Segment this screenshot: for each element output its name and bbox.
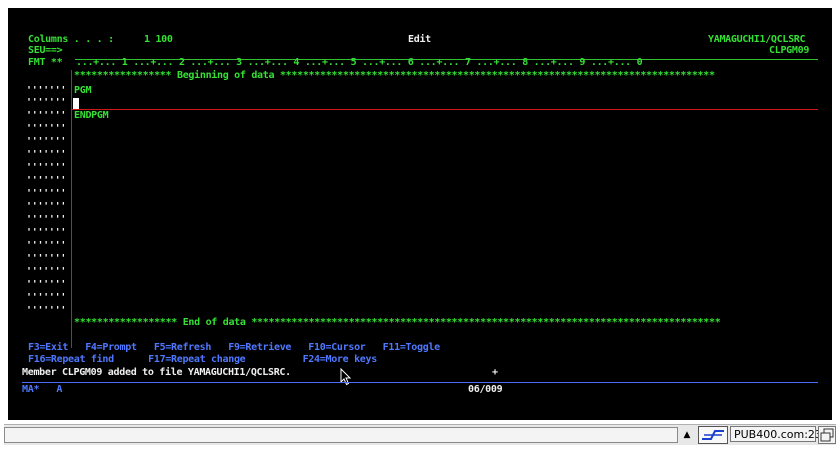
sequence-field[interactable]: '''''''	[26, 188, 66, 200]
oia-status: MA* A	[22, 384, 63, 395]
sequence-field[interactable]: '''''''	[26, 85, 66, 97]
sequence-field[interactable]: '''''''	[26, 201, 66, 213]
cursor-position: 06/009	[468, 384, 503, 395]
connection-icon[interactable]	[698, 426, 728, 444]
end-of-data: ****************** End of data *********…	[74, 317, 721, 328]
source-line[interactable]: PGM	[74, 85, 91, 97]
resize-icon[interactable]	[818, 426, 836, 444]
cursor-row-line	[71, 109, 818, 110]
sequence-field[interactable]: '''''''	[26, 162, 66, 174]
sequence-field[interactable]: '''''''	[26, 227, 66, 239]
operator-info-divider	[22, 382, 818, 383]
more-indicator: +	[492, 367, 498, 378]
member-name: CLPGM09	[769, 45, 810, 56]
columns-range: 1 100	[144, 34, 173, 45]
seu-prompt-label: SEU==>	[28, 45, 63, 56]
sequence-field[interactable]: '''''''	[26, 214, 66, 226]
text-cursor	[73, 98, 79, 109]
statusbar-field	[4, 427, 678, 443]
sequence-field[interactable]: '''''''	[26, 253, 66, 265]
sequence-field[interactable]: '''''''	[26, 266, 66, 278]
host-name: PUB400.com:23	[730, 426, 822, 442]
sequence-field[interactable]: '''''''	[26, 279, 66, 291]
status-message: Member CLPGM09 added to file YAMAGUCHI1/…	[22, 367, 291, 378]
function-keys-row-2[interactable]: F16=Repeat find F17=Repeat change F24=Mo…	[28, 354, 377, 366]
mouse-pointer-icon	[340, 368, 352, 386]
terminal-screen[interactable]: Columns . . . : 1 100 Edit YAMAGUCHI1/QC…	[8, 8, 832, 420]
sequence-field[interactable]: '''''''	[26, 149, 66, 161]
sequence-field[interactable]: '''''''	[26, 240, 66, 252]
function-keys-row-1[interactable]: F3=Exit F4=Prompt F5=Refresh F9=Retrieve…	[28, 342, 440, 354]
column-ruler: ...+... 1 ...+... 2 ...+... 3 ...+... 4 …	[76, 57, 643, 68]
source-line[interactable]: ENDPGM	[74, 110, 109, 122]
screen-mode: Edit	[408, 34, 431, 45]
sequence-field[interactable]: '''''''	[26, 123, 66, 135]
sequence-divider	[71, 70, 72, 348]
beginning-of-data: ***************** Beginning of data ****…	[74, 70, 715, 81]
sequence-field[interactable]: '''''''	[26, 110, 66, 122]
sequence-field[interactable]: '''''''	[26, 175, 66, 187]
fmt-label: FMT **	[28, 57, 63, 68]
sequence-field[interactable]: '''''''	[26, 136, 66, 148]
sequence-field[interactable]: '''''''	[26, 305, 66, 317]
scroll-up-icon[interactable]: ▲	[680, 428, 694, 442]
emulator-statusbar: ▲ PUB400.com:23	[4, 424, 836, 445]
sequence-field[interactable]: '''''''	[26, 97, 66, 109]
sequence-field[interactable]: '''''''	[26, 292, 66, 304]
